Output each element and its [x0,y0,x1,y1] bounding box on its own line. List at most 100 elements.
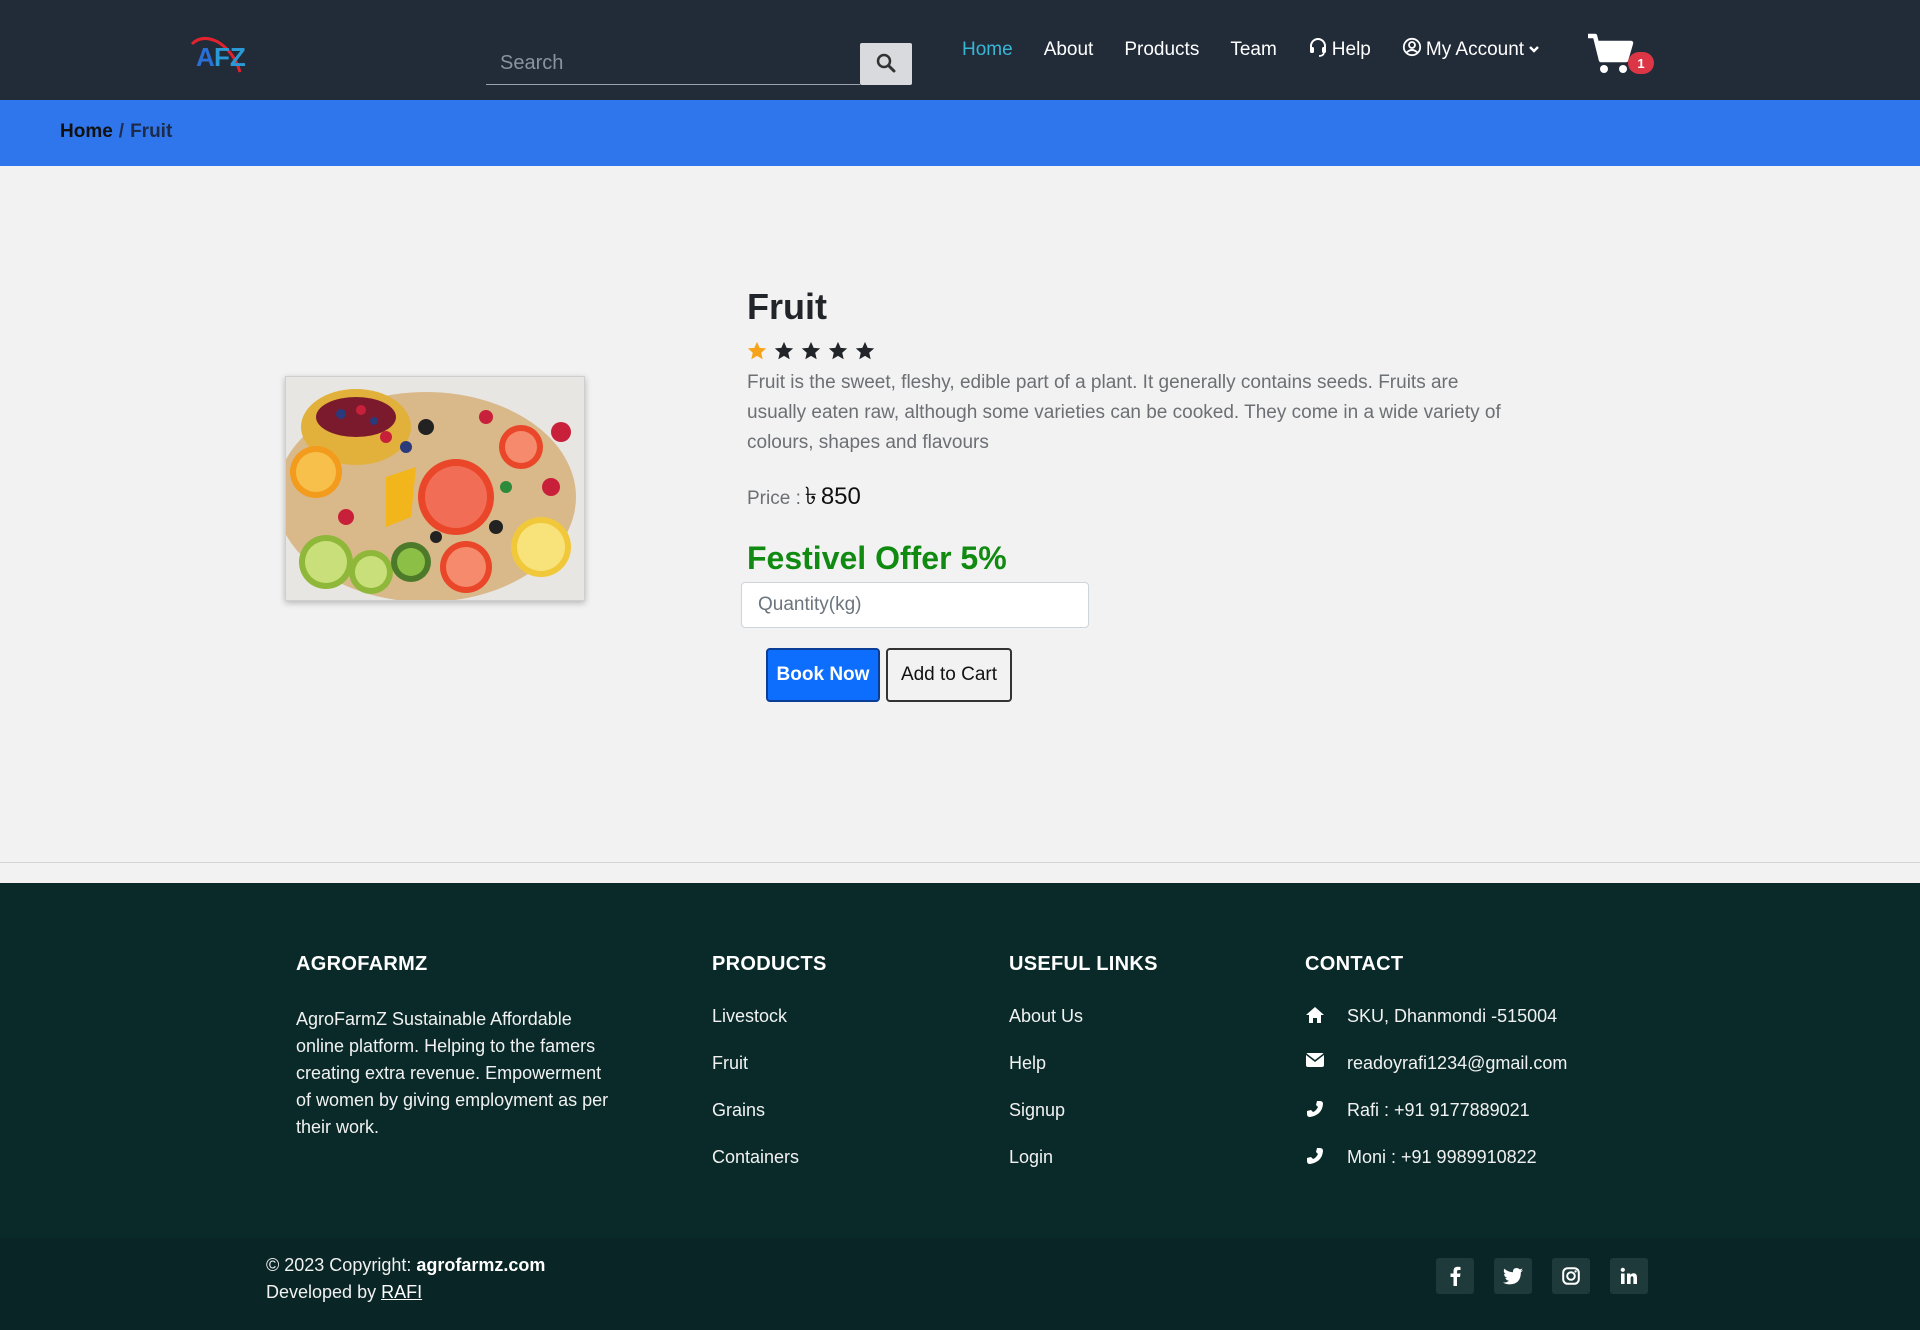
breadcrumb-bar: Home / Fruit [0,100,1920,166]
contact-phone: Rafi : +91 9177889021 [1305,1100,1567,1147]
star-icon [746,340,768,367]
product-image [285,376,585,601]
price-label: Price : [747,488,801,509]
price-currency: ৳ [804,483,817,510]
footer-brand-text: AgroFarmZ Sustainable Affordable online … [296,1009,609,1137]
footer-products-list: Livestock Fruit Grains Containers [712,1006,827,1194]
star-icon [773,340,795,367]
footer-contact-heading: CONTACT [1305,953,1404,975]
envelope-icon [1305,1053,1325,1067]
main-nav: Home About Products Team Help My Account [962,36,1571,64]
svg-text:A: A [196,42,215,72]
contact-email: readoyrafi1234@gmail.com [1305,1053,1567,1100]
footer-bottom-bar: © 2023 Copyright: agrofarmz.com Develope… [0,1238,1920,1330]
footer-link-item: Login [1009,1147,1158,1194]
search-bar [486,43,912,85]
product-price: Price : ৳ 850 [747,478,861,518]
footer-product-item: Grains [712,1100,827,1147]
copyright-site-link[interactable]: agrofarmz.com [416,1255,545,1275]
contact-address: SKU, Dhanmondi -515004 [1305,1006,1567,1053]
developer-line: Developed by RAFI [266,1279,545,1306]
phone-icon [1305,1147,1325,1165]
breadcrumb-home-link[interactable]: Home [60,121,113,142]
linkedin-icon[interactable] [1610,1258,1648,1294]
nav-help[interactable]: Help [1308,37,1371,63]
footer-products-heading: PRODUCTS [712,953,827,975]
search-button[interactable] [860,43,912,85]
footer-links-list: About Us Help Signup Login [1009,1006,1158,1194]
footer-link-signup[interactable]: Signup [1009,1100,1065,1121]
headset-icon [1308,37,1328,63]
breadcrumb-current: Fruit [130,121,173,142]
footer-product-item: Livestock [712,1006,827,1053]
chevron-down-icon [1528,39,1540,61]
footer-link-about-us[interactable]: About Us [1009,1006,1083,1027]
book-now-button[interactable]: Book Now [766,648,880,702]
cart-button[interactable]: 1 [1586,32,1656,78]
footer-link-item: Signup [1009,1100,1158,1147]
nav-help-label: Help [1331,39,1371,60]
nav-about[interactable]: About [1044,39,1094,61]
product-title: Fruit [747,286,827,327]
social-links [1436,1258,1648,1294]
footer: AGROFARMZ AgroFarmZ Sustainable Affordab… [0,883,1920,1330]
offer-banner: Festivel Offer 5% [747,540,1007,576]
contact-phone-text[interactable]: Moni : +91 9989910822 [1347,1147,1537,1168]
footer-link-containers[interactable]: Containers [712,1147,799,1168]
phone-icon [1305,1100,1325,1118]
footer-about-column: AGROFARMZ AgroFarmZ Sustainable Affordab… [296,953,616,1141]
instagram-icon[interactable] [1552,1258,1590,1294]
copyright-prefix: © 2023 Copyright: [266,1255,412,1275]
price-value: 850 [820,483,861,510]
cart-icon [1586,33,1634,80]
cart-count-badge: 1 [1628,52,1654,74]
footer-product-item: Containers [712,1147,827,1194]
footer-links-heading: USEFUL LINKS [1009,953,1158,975]
user-circle-icon [1402,37,1422,63]
footer-link-grains[interactable]: Grains [712,1100,765,1121]
footer-link-fruit[interactable]: Fruit [712,1053,748,1074]
search-input[interactable] [486,43,860,85]
product-rating [746,340,876,367]
site-logo[interactable]: A FZ [188,30,248,80]
developed-prefix: Developed by [266,1282,377,1302]
nav-products[interactable]: Products [1124,39,1199,61]
footer-link-item: Help [1009,1053,1158,1100]
footer-brand-heading: AGROFARMZ [296,953,428,975]
svg-text:FZ: FZ [214,42,246,72]
developer-link[interactable]: RAFI [381,1282,422,1302]
breadcrumb: Home / Fruit [60,121,172,143]
section-divider [0,862,1920,863]
footer-contact-column: CONTACT SKU, Dhanmondi -515004 readoyraf… [1305,953,1567,1194]
footer-products-column: PRODUCTS Livestock Fruit Grains Containe… [712,953,827,1194]
copyright-line: © 2023 Copyright: agrofarmz.com [266,1252,545,1279]
star-icon [854,340,876,367]
search-icon [876,53,896,76]
footer-product-item: Fruit [712,1053,827,1100]
twitter-icon[interactable] [1494,1258,1532,1294]
star-icon [800,340,822,367]
home-icon [1305,1006,1325,1024]
footer-link-help[interactable]: Help [1009,1053,1046,1074]
nav-my-account-label: My Account [1425,39,1525,60]
footer-link-item: About Us [1009,1006,1158,1053]
star-icon [827,340,849,367]
breadcrumb-separator: / [118,121,125,142]
contact-email-text[interactable]: readoyrafi1234@gmail.com [1347,1053,1567,1074]
nav-home[interactable]: Home [962,39,1013,61]
contact-phone-text[interactable]: Rafi : +91 9177889021 [1347,1100,1530,1121]
footer-link-livestock[interactable]: Livestock [712,1006,787,1027]
contact-phone: Moni : +91 9989910822 [1305,1147,1567,1194]
nav-my-account[interactable]: My Account [1402,37,1540,63]
footer-links-column: USEFUL LINKS About Us Help Signup Login [1009,953,1158,1194]
add-to-cart-button[interactable]: Add to Cart [886,648,1012,702]
footer-contact-list: SKU, Dhanmondi -515004 readoyrafi1234@gm… [1305,1006,1567,1194]
quantity-input[interactable] [741,582,1089,628]
facebook-icon[interactable] [1436,1258,1474,1294]
nav-team[interactable]: Team [1230,39,1276,61]
copyright: © 2023 Copyright: agrofarmz.com Develope… [266,1252,545,1306]
navbar: A FZ Home About Products Team Help My Ac… [0,0,1920,100]
contact-address-text: SKU, Dhanmondi -515004 [1347,1006,1558,1026]
footer-link-login[interactable]: Login [1009,1147,1053,1168]
product-description: Fruit is the sweet, fleshy, edible part … [747,372,1501,453]
